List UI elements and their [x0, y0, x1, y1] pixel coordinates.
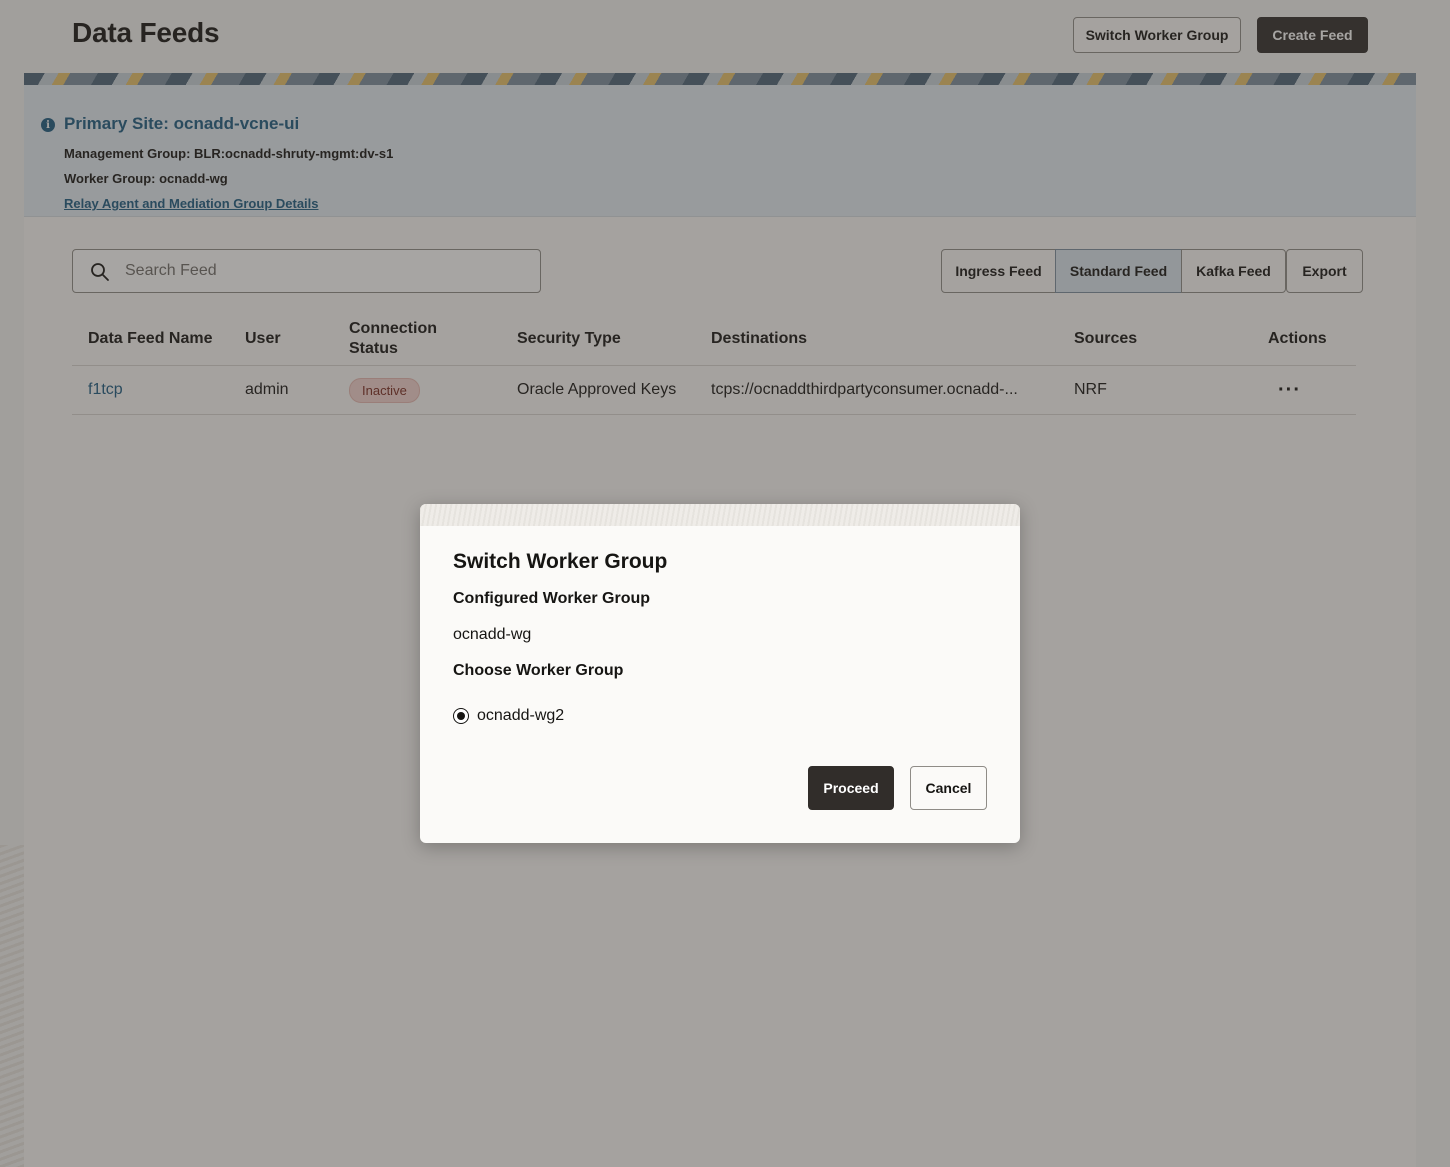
configured-worker-group-value: ocnadd-wg	[453, 626, 532, 643]
radio-button[interactable]	[453, 708, 469, 724]
choose-worker-group-label: Choose Worker Group	[453, 662, 624, 679]
dialog-title: Switch Worker Group	[453, 550, 668, 573]
proceed-button[interactable]: Proceed	[808, 766, 894, 810]
switch-worker-group-dialog: Switch Worker Group Configured Worker Gr…	[420, 504, 1020, 843]
page: Data Feeds Switch Worker Group Create Fe…	[0, 0, 1450, 1167]
radio-selected-dot	[457, 712, 465, 720]
dialog-decorative-band	[420, 504, 1020, 526]
worker-group-radio-option[interactable]: ocnadd-wg2	[453, 705, 564, 727]
configured-worker-group-label: Configured Worker Group	[453, 590, 651, 607]
cancel-button[interactable]: Cancel	[910, 766, 987, 810]
radio-option-label[interactable]: ocnadd-wg2	[477, 707, 564, 725]
